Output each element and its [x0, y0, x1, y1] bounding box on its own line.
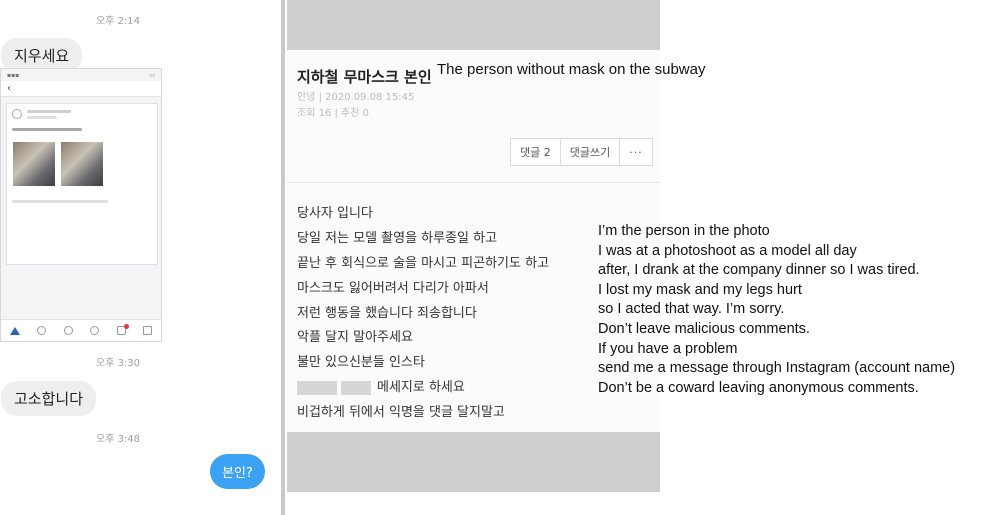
chat-screenshot: 오후 2:14 지우세요 ▪▪▪ ▭ ‹ 오후 3:30 고소합니다 오후 3:…: [0, 0, 280, 515]
incoming-message: 고소합니다: [1, 381, 97, 416]
translation-block: I’m the person in the photo I was at a p…: [598, 222, 955, 398]
phone-tab-bar: [1, 319, 161, 341]
post-body-line: 끝난 후 회식으로 술을 마시고 피곤하기도 하고: [297, 256, 550, 271]
post-views: 조회 16 | 추천 0: [297, 108, 369, 119]
post-action-buttons: 댓글 2 댓글쓰기 ···: [510, 138, 653, 166]
post-body-line: 당사자 입니다: [297, 206, 373, 221]
write-comment-button[interactable]: 댓글쓰기: [561, 139, 621, 165]
translation-line: Don’t leave malicious comments.: [598, 320, 810, 337]
redacted-account-name: [297, 380, 337, 395]
post-body-line: 마스크도 잃어버려서 다리가 아파서: [297, 281, 489, 296]
post-photo-thumbnail: [13, 142, 55, 186]
translation-line: Don’t be a coward leaving anonymous comm…: [598, 379, 919, 396]
translation-line: I lost my mask and my legs hurt: [598, 281, 802, 298]
post-author-date: 안녕 | 2020.09.08 15:45: [297, 92, 415, 103]
post-photo-thumbnail: [61, 142, 103, 186]
comments-button[interactable]: 댓글 2: [511, 139, 561, 165]
bottom-gray-bar: [287, 432, 660, 492]
phone-post-card: [6, 103, 158, 265]
post-body-text: 메세지로 하세요: [377, 380, 465, 395]
timestamp: 오후 2:14: [96, 16, 141, 27]
title-translation: The person without mask on the subway: [437, 61, 706, 78]
signal-icon: ▪▪▪: [7, 71, 20, 79]
menu-icon: [143, 326, 153, 335]
post-body-line: 비겁하게 뒤에서 익명을 댓글 달지말고: [297, 405, 505, 420]
outgoing-message: 본인?: [210, 454, 265, 489]
phone-nav-bar: ‹: [1, 81, 161, 97]
translation-line: If you have a problem: [598, 340, 738, 357]
translation-line: send me a message through Instagram (acc…: [598, 360, 956, 377]
post-body-line: 당일 저는 모델 촬영을 하루종일 하고: [297, 231, 498, 246]
back-arrow-icon: ‹: [7, 83, 11, 94]
divider: [287, 182, 660, 183]
battery-icon: ▭: [149, 71, 155, 79]
home-icon: [9, 326, 20, 335]
more-options-button[interactable]: ···: [620, 139, 652, 165]
post-body-line: 불만 있으신분들 인스타: [297, 355, 425, 370]
search-icon: [37, 326, 47, 335]
post-body-line: 저런 행동을 했습니다 죄송합니다: [297, 306, 477, 321]
panel-divider: [281, 0, 285, 515]
translation-line: so I acted that way. I’m sorry.: [598, 301, 785, 318]
post-body-line: 악플 달지 말아주세요: [297, 330, 413, 345]
translation-line: I’m the person in the photo: [598, 223, 770, 239]
avatar-icon: [12, 109, 22, 119]
feed-icon: [63, 326, 73, 335]
camera-icon: [90, 326, 100, 335]
top-gray-bar: [287, 0, 660, 50]
post-title: 지하철 무마스크 본인: [297, 68, 432, 86]
post-body-line-redacted: 메세지로 하세요: [297, 376, 465, 395]
timestamp: 오후 3:48: [96, 434, 141, 445]
translation-line: I was at a photoshoot as a model all day: [598, 242, 857, 259]
notification-icon: [116, 324, 129, 335]
timestamp: 오후 3:30: [96, 358, 141, 369]
phone-status-bar: ▪▪▪ ▭: [1, 69, 161, 81]
translation-line: after, I drank at the company dinner so …: [598, 262, 920, 279]
shared-phone-screenshot[interactable]: ▪▪▪ ▭ ‹: [0, 68, 162, 342]
redacted-account-name: [341, 380, 371, 395]
